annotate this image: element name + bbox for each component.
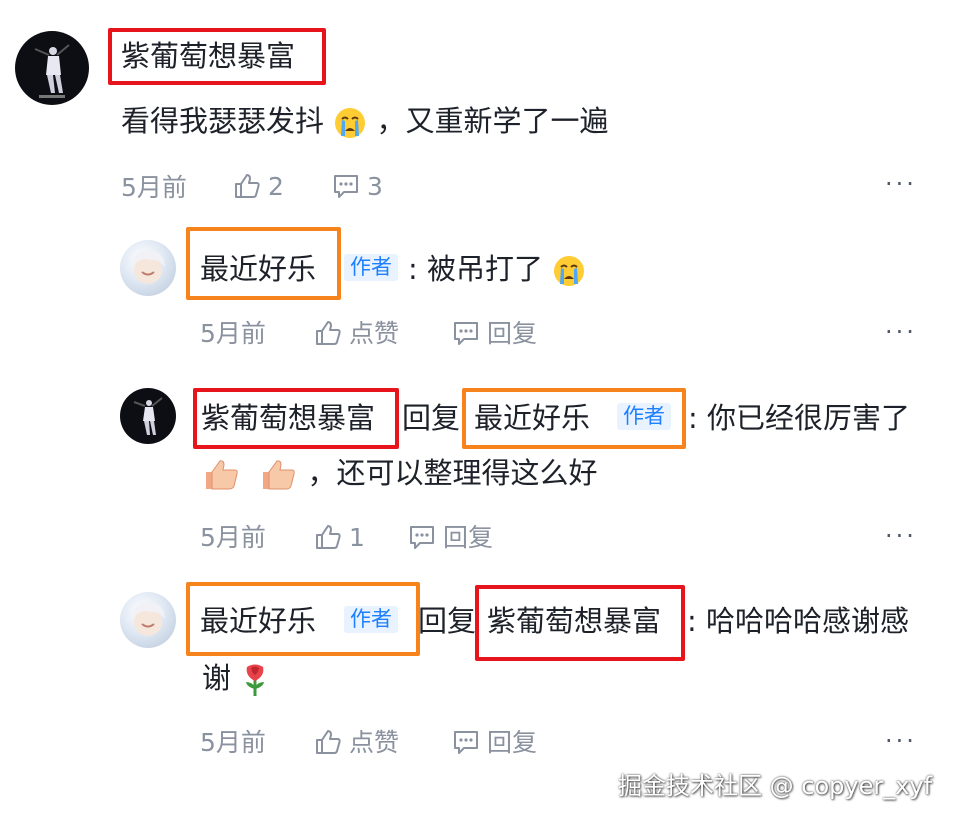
reply2-reply-to-user[interactable]: 最近好乐 — [474, 404, 590, 433]
crying-face-icon — [554, 256, 585, 286]
like-label: 点赞 — [349, 727, 400, 757]
avatar-zuijin[interactable] — [120, 240, 176, 296]
reply3-username[interactable]: 最近好乐 — [200, 607, 316, 636]
comment-icon — [451, 727, 481, 757]
more-options-button[interactable]: ··· — [885, 320, 917, 344]
like-count: 1 — [349, 522, 365, 552]
more-options-button[interactable]: ··· — [885, 172, 917, 196]
author-badge: 作者 — [344, 254, 398, 281]
reply3-reply-to-user[interactable]: 紫葡萄想暴富 — [487, 607, 661, 636]
thumbs-up-icon — [313, 727, 343, 757]
thumbs-up-icon — [206, 460, 238, 490]
rose-icon — [246, 664, 265, 696]
reply1-text: : 被吊打了 — [408, 254, 586, 288]
like-button[interactable]: 点赞 — [313, 727, 399, 757]
comment-icon — [451, 318, 481, 348]
reply-button[interactable]: 回复 — [451, 727, 537, 757]
reply-count-button[interactable]: 3 — [331, 171, 383, 201]
comment-username[interactable]: 紫葡萄想暴富 — [121, 42, 295, 71]
like-button[interactable]: 1 — [313, 522, 365, 552]
reply3-time: 5月前 — [200, 728, 266, 757]
reply-label: 回复 — [487, 318, 538, 348]
reply2-text-line1: : 你已经很厉害了 — [688, 401, 910, 435]
reply3-text-line1: : 哈哈哈哈感谢感 — [687, 604, 909, 638]
like-button[interactable]: 2 — [232, 171, 284, 201]
reply-button[interactable]: 回复 — [407, 522, 493, 552]
reply2-text-line2-main: ，还可以整理得这么好 — [307, 456, 598, 490]
reply-label: 回复 — [443, 522, 494, 552]
reply-button[interactable]: 回复 — [451, 318, 537, 348]
like-count: 2 — [268, 171, 284, 201]
reply2-time: 5月前 — [200, 523, 266, 552]
more-options-button[interactable]: ··· — [885, 729, 917, 753]
avatar-figure-icon — [133, 397, 163, 435]
thumbs-up-icon — [313, 318, 343, 348]
author-badge: 作者 — [617, 403, 671, 430]
avatar-anime-icon — [132, 250, 165, 284]
reply1-username[interactable]: 最近好乐 — [200, 255, 316, 284]
reply-label: 回复 — [487, 727, 538, 757]
comment-icon — [331, 171, 361, 201]
reply3-text-line2: 谢 — [202, 662, 270, 698]
thumbs-up-icon — [313, 522, 343, 552]
crying-face-icon — [335, 108, 366, 138]
like-button[interactable]: 点赞 — [313, 318, 399, 348]
comment-icon — [407, 522, 437, 552]
comment-text-suffix: ，又重新学了一遍 — [376, 104, 609, 138]
thumbs-up-icon — [232, 171, 262, 201]
reply2-username[interactable]: 紫葡萄想暴富 — [201, 404, 375, 433]
reply1-time: 5月前 — [200, 319, 266, 348]
comment-text-main: 看得我瑟瑟发抖 — [121, 104, 325, 138]
avatar-zuijin[interactable] — [120, 592, 176, 648]
avatar-zipu[interactable] — [15, 31, 89, 105]
reply3-text-line2-main: 谢 — [202, 661, 232, 695]
avatar-anime-icon — [132, 602, 165, 636]
thumbs-up-icon — [263, 460, 295, 490]
like-label: 点赞 — [349, 318, 400, 348]
reply1-text-main: : 被吊打了 — [408, 252, 543, 286]
avatar-figure-icon — [34, 44, 70, 98]
watermark: 掘金技术社区 @ copyer_xyf — [618, 772, 933, 800]
comment-text: 看得我瑟瑟发抖 ，又重新学了一遍 — [121, 106, 608, 140]
reply-word: 回复 — [402, 401, 461, 435]
comment-time: 5月前 — [121, 173, 187, 202]
avatar-zipu[interactable] — [120, 388, 176, 444]
more-options-button[interactable]: ··· — [885, 524, 917, 548]
reply-count: 3 — [367, 171, 383, 201]
reply-word: 回复 — [418, 604, 477, 638]
reply2-text-line2: ，还可以整理得这么好 — [203, 458, 597, 492]
author-badge: 作者 — [344, 606, 398, 633]
